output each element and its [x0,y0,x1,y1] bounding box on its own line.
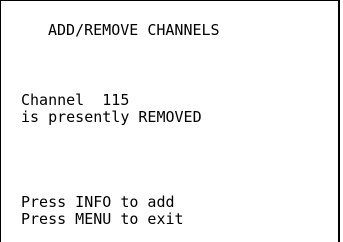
screen-title: ADD/REMOVE CHANNELS [48,21,220,39]
channel-status-line: is presently REMOVED [21,108,202,126]
channel-number-line: Channel 115 [21,91,130,109]
instruction-exit: Press MENU to exit [21,210,184,228]
osd-panel: ADD/REMOVE CHANNELS Channel 115 is prese… [0,0,340,242]
panel-left-border [0,0,1,242]
panel-top-border [0,0,340,1]
instruction-add: Press INFO to add [21,193,175,211]
